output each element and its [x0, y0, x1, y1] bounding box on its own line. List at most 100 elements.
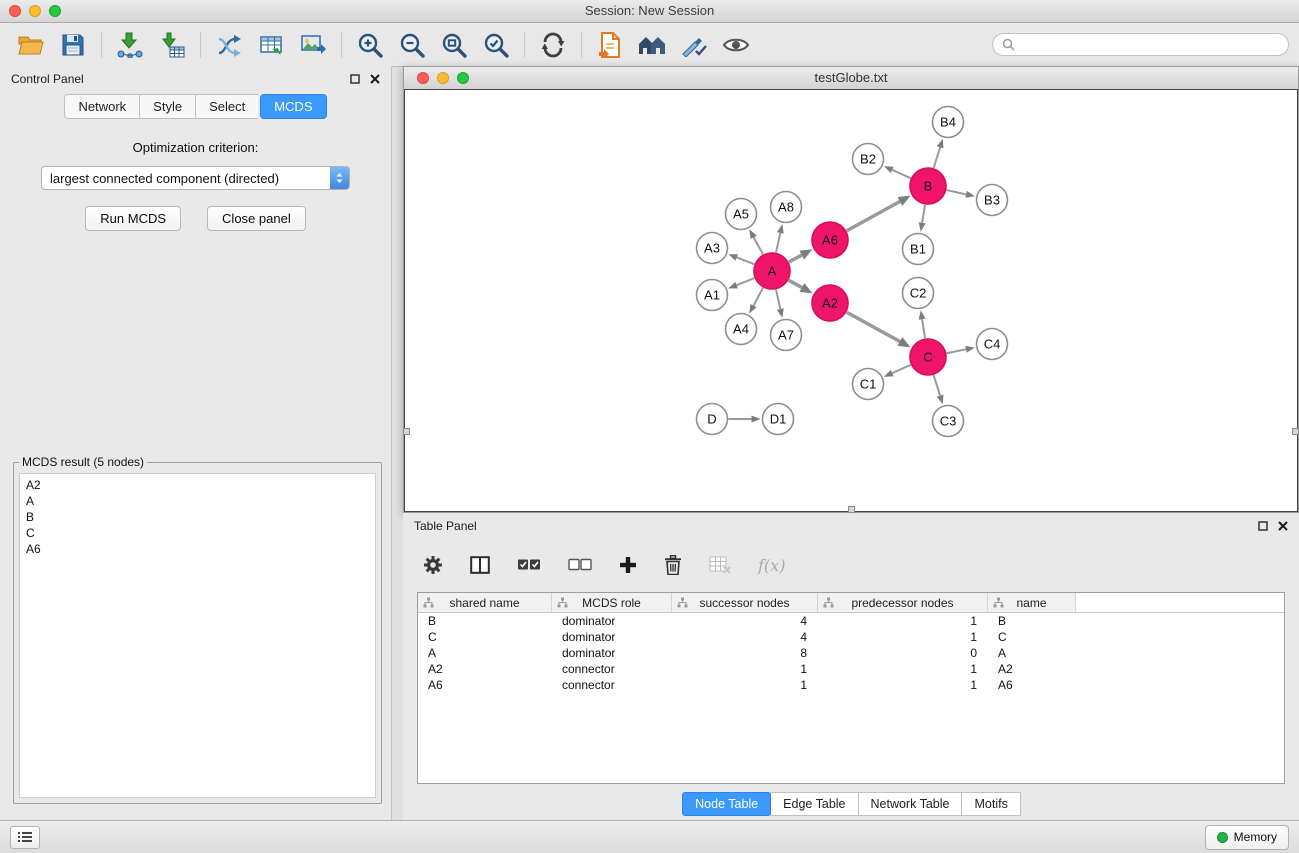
search-field[interactable]: [992, 33, 1289, 56]
delete-column-button[interactable]: [664, 555, 682, 575]
edge-A-A5[interactable]: [754, 237, 763, 254]
function-builder-button[interactable]: f(x): [758, 556, 785, 575]
edge-B-B2[interactable]: [892, 170, 911, 178]
column-header-mcds-role[interactable]: MCDS role: [552, 593, 672, 612]
node-label: C: [923, 350, 932, 365]
table-cell: 1: [818, 613, 988, 629]
edge-B-B3[interactable]: [947, 190, 967, 194]
mcds-result-item[interactable]: A6: [26, 541, 369, 557]
export-image-button[interactable]: [295, 28, 331, 62]
zoom-in-button[interactable]: [352, 28, 388, 62]
run-mcds-button[interactable]: Run MCDS: [85, 206, 181, 231]
float-panel-button[interactable]: [1258, 521, 1268, 531]
mcds-result-list[interactable]: A2ABCA6: [19, 473, 376, 798]
control-panel-tab-network[interactable]: Network: [64, 94, 139, 119]
resize-handle[interactable]: [403, 428, 410, 435]
homes-button[interactable]: [634, 28, 670, 62]
new-network-button[interactable]: [211, 28, 247, 62]
edge-A6-B[interactable]: [847, 201, 900, 230]
save-session-button[interactable]: [55, 28, 91, 62]
node-table: shared nameMCDS rolesuccessor nodesprede…: [417, 592, 1285, 784]
table-settings-button[interactable]: [423, 555, 443, 575]
zoom-window-button[interactable]: [49, 5, 61, 17]
mcds-result-item[interactable]: B: [26, 509, 369, 525]
zoom-fit-button[interactable]: [436, 28, 472, 62]
zoom-selected-icon: [483, 32, 509, 58]
table-row[interactable]: A2connector11A2: [418, 661, 1284, 677]
close-window-button[interactable]: [9, 5, 21, 17]
column-header-name[interactable]: name: [988, 593, 1076, 612]
tab-edge-table[interactable]: Edge Table: [770, 792, 858, 816]
zoom-out-button[interactable]: [394, 28, 430, 62]
show-details-button[interactable]: [718, 28, 754, 62]
edge-A-A4[interactable]: [753, 288, 763, 306]
deselect-all-button[interactable]: [568, 558, 592, 572]
column-header-successor-nodes[interactable]: successor nodes: [672, 593, 818, 612]
edge-B-B1[interactable]: [922, 205, 925, 223]
node-label: C3: [940, 414, 957, 429]
edge-A-A6[interactable]: [789, 255, 802, 262]
edge-B-B4[interactable]: [934, 147, 940, 168]
memory-button[interactable]: Memory: [1205, 825, 1289, 850]
edge-C-C1[interactable]: [892, 365, 911, 373]
control-panel-tab-mcds[interactable]: MCDS: [260, 94, 326, 119]
table-delete-icon: [709, 556, 731, 574]
network-from-table-button[interactable]: [253, 28, 289, 62]
edge-A-A8[interactable]: [776, 233, 780, 253]
edge-C-C4[interactable]: [947, 349, 966, 353]
close-panel-button[interactable]: [370, 74, 380, 84]
network-canvas[interactable]: B4B2BB3A5A8A6B1A3AC2A1A2A4A7C4CC1DD1C3: [404, 89, 1298, 512]
tab-motifs[interactable]: Motifs: [961, 792, 1020, 816]
close-panel-button[interactable]: [1278, 521, 1288, 531]
task-history-button[interactable]: [10, 826, 40, 849]
edge-A-A3[interactable]: [737, 257, 755, 264]
pen-check-icon: [681, 33, 707, 57]
edge-A-A2[interactable]: [789, 280, 802, 287]
column-visibility-button[interactable]: [470, 556, 490, 574]
minimize-window-button[interactable]: [437, 72, 449, 84]
edge-A-A1[interactable]: [737, 278, 755, 285]
close-panel-button-secondary[interactable]: Close panel: [207, 206, 306, 231]
column-header-predecessor-nodes[interactable]: predecessor nodes: [818, 593, 988, 612]
mcds-result-item[interactable]: A: [26, 493, 369, 509]
select-all-button[interactable]: [517, 558, 541, 572]
tab-network-table[interactable]: Network Table: [858, 792, 963, 816]
network-window-titlebar[interactable]: testGlobe.txt: [404, 67, 1298, 90]
optimization-criterion-select[interactable]: largest connected component (directed): [41, 166, 350, 190]
search-input[interactable]: [1021, 37, 1279, 53]
close-window-button[interactable]: [417, 72, 429, 84]
resize-handle[interactable]: [848, 506, 855, 513]
delete-table-button[interactable]: [709, 556, 731, 574]
tab-node-table[interactable]: Node Table: [682, 792, 771, 816]
float-panel-button[interactable]: [350, 74, 360, 84]
table-row[interactable]: Cdominator41C: [418, 629, 1284, 645]
add-column-button[interactable]: [619, 556, 637, 574]
zoom-window-button[interactable]: [457, 72, 469, 84]
minimize-window-button[interactable]: [29, 5, 41, 17]
open-session-button[interactable]: [13, 28, 49, 62]
style-check-button[interactable]: [676, 28, 712, 62]
edge-C-C3[interactable]: [934, 375, 940, 396]
resize-handle[interactable]: [1292, 428, 1299, 435]
table-panel-tabbar: Node TableEdge TableNetwork TableMotifs: [403, 792, 1299, 816]
table-panel-header: Table Panel: [403, 513, 1299, 538]
mcds-result-item[interactable]: C: [26, 525, 369, 541]
mcds-result-item[interactable]: A2: [26, 477, 369, 493]
table-row[interactable]: A6connector11A6: [418, 677, 1284, 693]
edge-C-C2[interactable]: [922, 319, 925, 338]
edge-A2-C[interactable]: [847, 312, 900, 341]
zoom-selected-button[interactable]: [478, 28, 514, 62]
node-label: B3: [984, 193, 1000, 208]
refresh-button[interactable]: [535, 28, 571, 62]
table-cell: 0: [818, 645, 988, 661]
table-row[interactable]: Adominator80A: [418, 645, 1284, 661]
control-panel-tab-style[interactable]: Style: [139, 94, 195, 119]
control-panel-tab-select[interactable]: Select: [195, 94, 258, 119]
column-header-shared-name[interactable]: shared name: [418, 593, 552, 612]
import-network-button[interactable]: [112, 28, 148, 62]
node-label: B: [924, 179, 933, 194]
table-row[interactable]: Bdominator41B: [418, 613, 1284, 629]
edge-A-A7[interactable]: [776, 290, 780, 310]
annotation-button[interactable]: [592, 28, 628, 62]
import-table-button[interactable]: [154, 28, 190, 62]
